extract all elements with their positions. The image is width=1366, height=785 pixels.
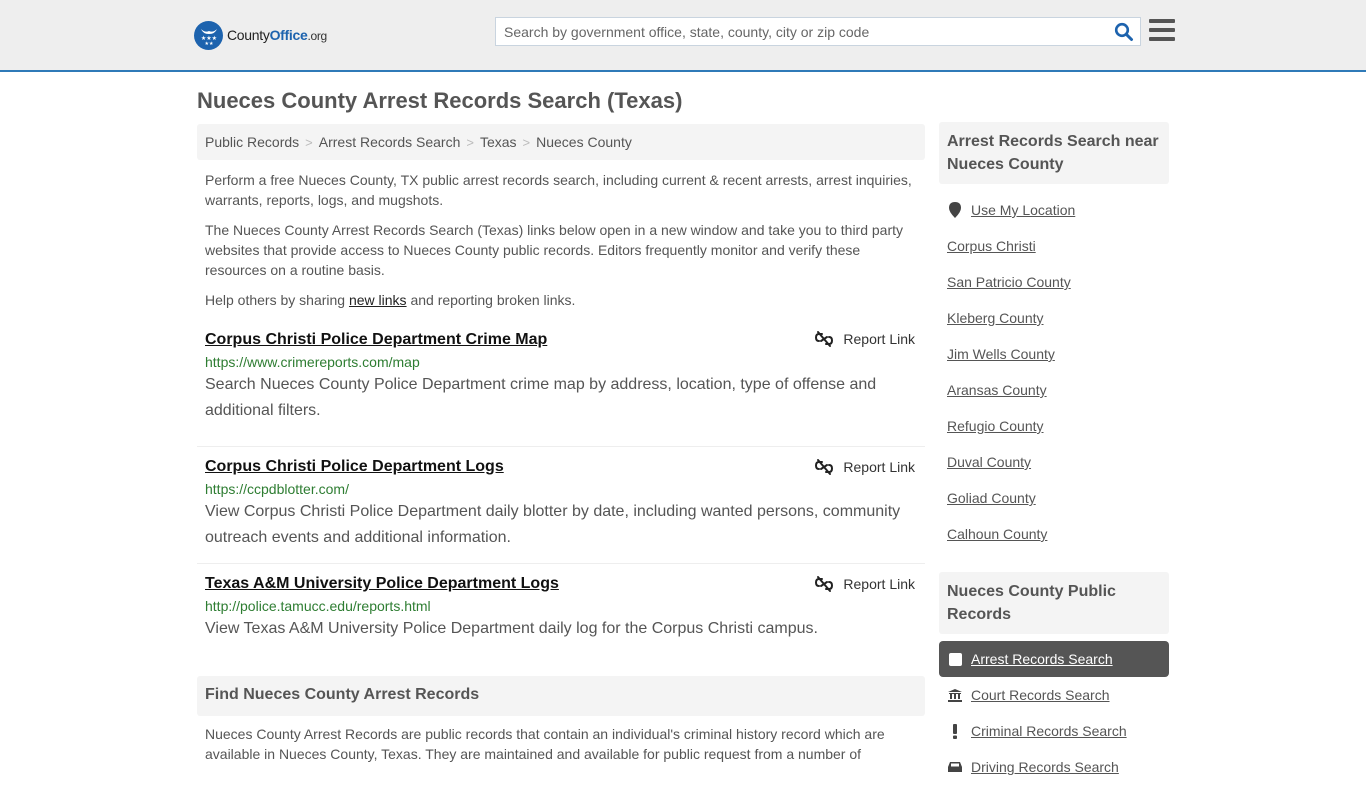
result-description: View Corpus Christi Police Department da…	[205, 503, 901, 546]
help-text: Help others by sharing	[205, 292, 349, 308]
nearby-item: Corpus Christi	[939, 228, 1169, 264]
use-my-location-link[interactable]: Use My Location	[971, 202, 1075, 218]
public-records-item-criminal[interactable]: Criminal Records Search	[939, 713, 1169, 749]
intro-paragraph: Perform a free Nueces County, TX public …	[205, 172, 912, 208]
report-link-button[interactable]: Report Link	[815, 458, 915, 476]
new-links-link[interactable]: new links	[349, 292, 407, 308]
menu-bar	[1149, 37, 1175, 41]
svg-text:★★: ★★	[204, 41, 213, 46]
exclamation-icon	[947, 723, 963, 739]
public-records-item-court[interactable]: Court Records Search	[939, 677, 1169, 713]
square-icon	[947, 652, 963, 666]
site-logo[interactable]: ★★★ ★★ CountyOffice.org	[194, 20, 327, 50]
criminal-records-search-link[interactable]: Criminal Records Search	[971, 723, 1127, 739]
search-button[interactable]	[1114, 22, 1134, 42]
breadcrumb-separator: >	[466, 134, 474, 150]
nearby-item: Refugio County	[939, 408, 1169, 444]
public-records-list: Arrest Records Search Court Records Sear…	[939, 641, 1169, 785]
find-records-text: Nueces County Arrest Records are public …	[205, 726, 885, 762]
breadcrumb: Public Records > Arrest Records Search >…	[197, 124, 925, 160]
breadcrumb-nueces-county[interactable]: Nueces County	[536, 134, 632, 150]
nearby-item: Calhoun County	[939, 516, 1169, 552]
broken-link-icon	[815, 576, 834, 592]
nearby-link-kleberg-county[interactable]: Kleberg County	[947, 310, 1044, 326]
nearby-item: San Patricio County	[939, 264, 1169, 300]
nearby-item: Jim Wells County	[939, 336, 1169, 372]
result-url[interactable]: https://www.crimereports.com/map	[205, 353, 917, 371]
nearby-link-refugio-county[interactable]: Refugio County	[947, 418, 1044, 434]
search-icon	[1114, 22, 1133, 41]
court-records-search-link[interactable]: Court Records Search	[971, 687, 1110, 703]
logo-text: CountyOffice.org	[227, 27, 327, 43]
use-my-location-item: Use My Location	[939, 192, 1169, 228]
result-item: Corpus Christi Police Department Logs ht…	[197, 447, 925, 564]
result-title-link[interactable]: Corpus Christi Police Department Crime M…	[205, 330, 917, 350]
public-records-item-arrest[interactable]: Arrest Records Search	[939, 641, 1169, 677]
map-marker-icon	[947, 202, 963, 218]
broken-link-icon	[815, 459, 834, 475]
nearby-item: Aransas County	[939, 372, 1169, 408]
result-title-link[interactable]: Texas A&M University Police Department L…	[205, 574, 917, 594]
report-link-label: Report Link	[843, 576, 915, 592]
eagle-stars-logo-icon: ★★★ ★★	[194, 20, 223, 50]
intro: Perform a free Nueces County, TX public …	[197, 170, 925, 310]
breadcrumb-public-records[interactable]: Public Records	[205, 134, 299, 150]
intro-paragraph: The Nueces County Arrest Records Search …	[205, 222, 904, 278]
public-records-item-driving[interactable]: Driving Records Search	[939, 749, 1169, 785]
arrest-records-search-link[interactable]: Arrest Records Search	[971, 651, 1113, 667]
broken-link-icon	[815, 331, 834, 347]
nearby-item: Duval County	[939, 444, 1169, 480]
search-box	[495, 17, 1141, 46]
nearby-link-jim-wells-county[interactable]: Jim Wells County	[947, 346, 1055, 362]
driving-records-search-link[interactable]: Driving Records Search	[971, 759, 1119, 775]
result-title-link[interactable]: Corpus Christi Police Department Logs	[205, 457, 917, 477]
hamburger-menu-icon	[1149, 19, 1175, 23]
result-item: Corpus Christi Police Department Crime M…	[197, 330, 925, 447]
result-description: Search Nueces County Police Department c…	[205, 376, 877, 419]
breadcrumb-separator: >	[305, 134, 313, 150]
find-records-heading: Find Nueces County Arrest Records	[197, 676, 925, 716]
hamburger-menu-button[interactable]	[1149, 19, 1175, 43]
nearby-list: Use My Location Corpus Christi San Patri…	[939, 192, 1169, 552]
courthouse-icon	[947, 688, 963, 702]
report-link-label: Report Link	[843, 331, 915, 347]
nearby-link-goliad-county[interactable]: Goliad County	[947, 490, 1036, 506]
report-link-button[interactable]: Report Link	[815, 330, 915, 348]
result-url[interactable]: http://police.tamucc.edu/reports.html	[205, 597, 917, 615]
breadcrumb-arrest-records-search[interactable]: Arrest Records Search	[319, 134, 461, 150]
page-title: Nueces County Arrest Records Search (Tex…	[197, 88, 683, 113]
help-text: and reporting broken links.	[406, 292, 576, 308]
menu-bar	[1149, 28, 1175, 32]
nearby-link-calhoun-county[interactable]: Calhoun County	[947, 526, 1047, 542]
result-description: View Texas A&M University Police Departm…	[205, 620, 818, 637]
nearby-link-corpus-christi[interactable]: Corpus Christi	[947, 238, 1036, 254]
car-icon	[947, 761, 963, 774]
nearby-heading: Arrest Records Search near Nueces County	[939, 122, 1169, 184]
result-url[interactable]: https://ccpdblotter.com/	[205, 480, 917, 498]
sidebar: Arrest Records Search near Nueces County…	[939, 122, 1169, 785]
nearby-link-duval-county[interactable]: Duval County	[947, 454, 1031, 470]
breadcrumb-separator: >	[522, 134, 531, 150]
nearby-link-aransas-county[interactable]: Aransas County	[947, 382, 1047, 398]
report-link-label: Report Link	[843, 459, 915, 475]
main-content: Public Records > Arrest Records Search >…	[197, 124, 925, 762]
site-header: ★★★ ★★ CountyOffice.org	[0, 0, 1366, 72]
report-link-button[interactable]: Report Link	[815, 575, 915, 593]
breadcrumb-texas[interactable]: Texas	[480, 134, 517, 150]
search-input[interactable]	[496, 18, 1106, 45]
public-records-heading: Nueces County Public Records	[939, 572, 1169, 634]
results-list: Corpus Christi Police Department Crime M…	[197, 330, 925, 642]
help-paragraph: Help others by sharing new links and rep…	[197, 290, 925, 310]
nearby-item: Goliad County	[939, 480, 1169, 516]
nearby-item: Kleberg County	[939, 300, 1169, 336]
nearby-link-san-patricio-county[interactable]: San Patricio County	[947, 274, 1071, 290]
result-item: Texas A&M University Police Department L…	[197, 564, 925, 642]
